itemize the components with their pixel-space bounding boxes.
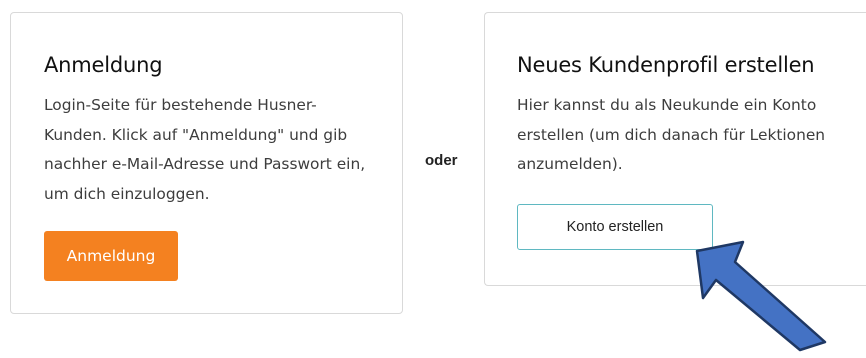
- register-card-title: Neues Kundenprofil erstellen: [517, 53, 815, 77]
- login-card-description: Login-Seite für bestehende Husner- Kunde…: [44, 91, 365, 209]
- register-card-description-line: Hier kannst du als Neukunde ein Konto: [517, 96, 817, 114]
- separator-text: oder: [425, 152, 458, 169]
- register-card-description: Hier kannst du als Neukunde ein Konto er…: [517, 91, 825, 180]
- login-card-description-line: Kunden. Klick auf "Anmeldung" und gib: [44, 125, 348, 144]
- register-card-description-line: anzumelden).: [517, 155, 623, 173]
- create-account-button[interactable]: Konto erstellen: [517, 204, 713, 250]
- register-card: Neues Kundenprofil erstellen Hier kannst…: [484, 12, 866, 286]
- login-card-description-line: nachher e-Mail-Adresse und Passwort ein,: [44, 155, 366, 173]
- login-card: Anmeldung Login-Seite für bestehende Hus…: [10, 12, 403, 314]
- register-card-description-line: erstellen (um dich danach für Lektionen: [517, 125, 826, 144]
- login-card-description-line: Login-Seite für bestehende Husner-: [44, 96, 317, 114]
- login-card-title: Anmeldung: [44, 53, 163, 77]
- login-button[interactable]: Anmeldung: [44, 231, 178, 281]
- login-card-description-line: um dich einzuloggen.: [44, 184, 210, 203]
